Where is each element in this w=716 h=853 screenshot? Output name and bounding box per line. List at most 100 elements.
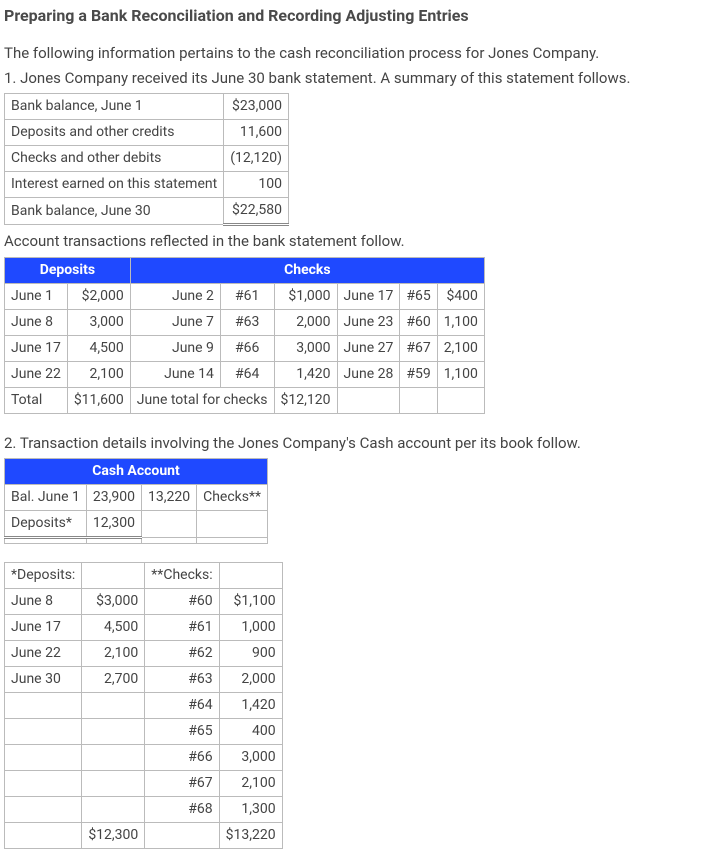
header-deposits: Deposits xyxy=(5,257,131,283)
trans-cell: 1,100 xyxy=(437,361,484,387)
trans-cell: #66 xyxy=(220,335,274,361)
trans-cell: 1,100 xyxy=(437,309,484,335)
cash-cell: Bal. June 1 xyxy=(5,485,87,511)
summary-label: Interest earned on this statement xyxy=(5,172,224,198)
table-row: Bank balance, June 30$22,580 xyxy=(5,198,289,225)
detail-cell: $12,300 xyxy=(82,823,145,849)
empty-cell xyxy=(400,387,437,413)
table-row: #663,000 xyxy=(5,745,283,771)
detail-cell xyxy=(82,693,145,719)
table-row: June 302,700#632,000 xyxy=(5,667,283,693)
table-row: June 1$2,000June 2#61$1,000June 17#65$40… xyxy=(5,283,485,309)
summary-value: $23,000 xyxy=(224,94,289,120)
cash-cell: Checks** xyxy=(197,485,268,511)
trans-cell: June 17 xyxy=(337,283,400,309)
detail-cell: 1,000 xyxy=(219,615,282,641)
detail-cell xyxy=(82,719,145,745)
trans-cell: June 14 xyxy=(130,361,220,387)
trans-cell: June 2 xyxy=(130,283,220,309)
trans-cell: #67 xyxy=(400,335,437,361)
step2-text: 2. Transaction details involving the Jon… xyxy=(4,432,712,455)
table-row: Checks and other debits(12,120) xyxy=(5,146,289,172)
cash-cell xyxy=(141,538,196,544)
summary-label: Bank balance, June 30 xyxy=(5,198,224,225)
cash-cell: Deposits* xyxy=(5,511,87,538)
summary-value: 11,600 xyxy=(224,120,289,146)
trans-cell: #60 xyxy=(400,309,437,335)
detail-cell: #67 xyxy=(145,771,219,797)
empty-cell xyxy=(437,387,484,413)
detail-cell: 900 xyxy=(219,641,282,667)
table-row: June 174,500#611,000 xyxy=(5,615,283,641)
summary-value: $22,580 xyxy=(224,198,289,225)
cash-cell xyxy=(86,538,141,544)
page-title: Preparing a Bank Reconciliation and Reco… xyxy=(4,4,712,28)
cash-account-table: Cash Account Bal. June 123,90013,220Chec… xyxy=(4,458,268,544)
detail-cell: June 30 xyxy=(5,667,82,693)
detail-cell xyxy=(5,823,82,849)
table-row: #65400 xyxy=(5,719,283,745)
table-row: #681,300 xyxy=(5,797,283,823)
cash-cell: 13,220 xyxy=(141,485,196,511)
summary-value: 100 xyxy=(224,172,289,198)
total-deposits: $11,600 xyxy=(67,387,130,413)
trans-cell: June 8 xyxy=(5,309,68,335)
trans-cell: June 9 xyxy=(130,335,220,361)
detail-cell: #62 xyxy=(145,641,219,667)
table-row: Deposits*12,300 xyxy=(5,511,268,538)
table-row: Interest earned on this statement100 xyxy=(5,172,289,198)
detail-cell: #60 xyxy=(145,589,219,615)
header-cash-account: Cash Account xyxy=(5,459,268,485)
detail-cell: 400 xyxy=(219,719,282,745)
cash-cell xyxy=(141,511,196,538)
cash-cell xyxy=(197,511,268,538)
trans-cell: 3,000 xyxy=(274,335,337,361)
table-row: Deposits and other credits11,600 xyxy=(5,120,289,146)
empty-cell xyxy=(337,387,400,413)
intro-text: The following information pertains to th… xyxy=(4,42,712,65)
detail-cell xyxy=(82,771,145,797)
detail-cell xyxy=(145,823,219,849)
detail-cell xyxy=(5,719,82,745)
total-label: Total xyxy=(5,387,68,413)
table-row-total: Total $11,600 June total for checks $12,… xyxy=(5,387,485,413)
table-row: #672,100 xyxy=(5,771,283,797)
trans-cell: 1,420 xyxy=(274,361,337,387)
trans-cell: June 23 xyxy=(337,309,400,335)
cash-cell xyxy=(197,538,268,544)
detail-cell: $3,000 xyxy=(82,589,145,615)
detail-cell: 3,000 xyxy=(219,745,282,771)
detail-cell: June 17 xyxy=(5,615,82,641)
subtitle1: Account transactions reflected in the ba… xyxy=(4,230,712,253)
trans-cell: June 27 xyxy=(337,335,400,361)
detail-cell xyxy=(5,771,82,797)
detail-cell: #64 xyxy=(145,693,219,719)
empty-cell xyxy=(219,563,282,589)
table-row: June 222,100#62900 xyxy=(5,641,283,667)
detail-cell: $13,220 xyxy=(219,823,282,849)
table-row xyxy=(5,538,268,544)
detail-cell: 2,100 xyxy=(219,771,282,797)
detail-cell xyxy=(5,745,82,771)
detail-cell: #65 xyxy=(145,719,219,745)
detail-cell: #68 xyxy=(145,797,219,823)
table-row: June 8$3,000#60$1,100 xyxy=(5,589,283,615)
detail-cell: 4,500 xyxy=(82,615,145,641)
transactions-table: Deposits Checks June 1$2,000June 2#61$1,… xyxy=(4,257,485,414)
summary-label: Checks and other debits xyxy=(5,146,224,172)
total-checks: $12,120 xyxy=(274,387,337,413)
trans-cell: 3,000 xyxy=(67,309,130,335)
detail-cell: 2,700 xyxy=(82,667,145,693)
trans-cell: $400 xyxy=(437,283,484,309)
table-row: #641,420 xyxy=(5,693,283,719)
table-row: Bank balance, June 1$23,000 xyxy=(5,94,289,120)
cash-cell: 12,300 xyxy=(86,511,141,538)
detail-table: *Deposits: **Checks: June 8$3,000#60$1,1… xyxy=(4,562,283,849)
trans-cell: 2,100 xyxy=(437,335,484,361)
table-row: June 222,100June 14#641,420June 28#591,1… xyxy=(5,361,485,387)
trans-cell: #61 xyxy=(220,283,274,309)
detail-cell: June 22 xyxy=(5,641,82,667)
detail-cell xyxy=(5,797,82,823)
detail-cell: 1,300 xyxy=(219,797,282,823)
trans-cell: June 28 xyxy=(337,361,400,387)
